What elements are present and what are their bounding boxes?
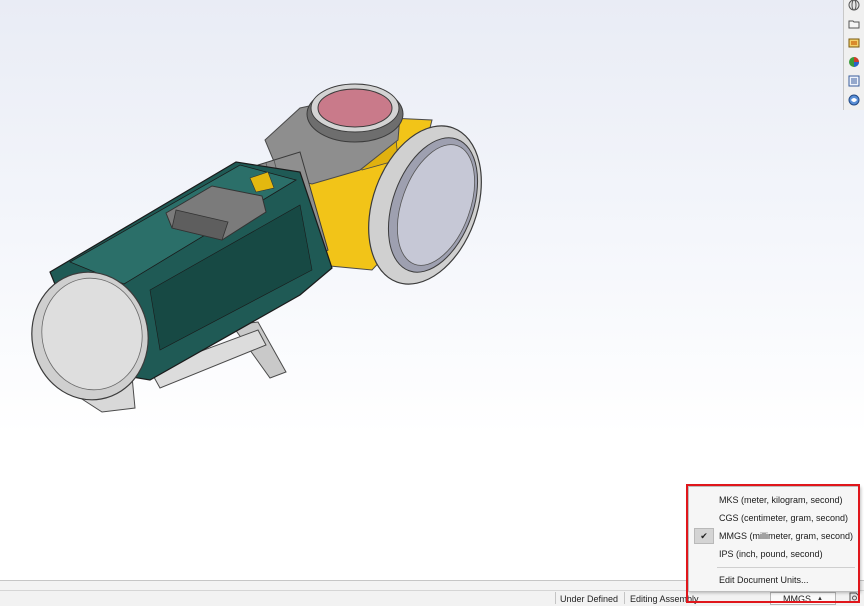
menu-item-mmgs[interactable]: ✔ MMGS (millimeter, gram, second) [689, 527, 859, 545]
appearances-icon[interactable] [846, 53, 863, 70]
task-pane [843, 0, 864, 110]
design-library-icon[interactable] [846, 15, 863, 32]
unit-system-selector[interactable]: MMGS ▲ [770, 592, 836, 605]
status-divider [555, 592, 556, 604]
check-icon [694, 492, 714, 508]
customize-status-bar-icon[interactable] [848, 591, 861, 604]
menu-item-label: MKS (meter, kilogram, second) [719, 495, 843, 505]
solidworks-resources-icon[interactable] [846, 0, 863, 13]
status-editing-mode: Editing Assembly [630, 594, 699, 604]
custom-properties-icon[interactable] [846, 72, 863, 89]
status-under-defined: Under Defined [560, 594, 619, 604]
menu-item-label: CGS (centimeter, gram, second) [719, 513, 849, 523]
status-divider [624, 592, 625, 604]
menu-item-cgs[interactable]: CGS (centimeter, gram, second) [689, 509, 859, 527]
chevron-up-icon: ▲ [817, 595, 823, 602]
status-bar: Under Defined Editing Assembly [0, 590, 864, 606]
check-icon: ✔ [694, 528, 714, 544]
current-unit-system: MMGS [783, 593, 812, 604]
menu-item-ips[interactable]: IPS (inch, pound, second) [689, 545, 859, 563]
unit-system-menu: MKS (meter, kilogram, second) CGS (centi… [688, 486, 860, 592]
menu-divider [717, 567, 855, 568]
file-explorer-icon[interactable] [846, 34, 863, 51]
menu-item-mks[interactable]: MKS (meter, kilogram, second) [689, 491, 859, 509]
check-icon [694, 510, 714, 526]
menu-item-edit-document-units[interactable]: Edit Document Units... [689, 571, 859, 589]
menu-item-label: MMGS (millimeter, gram, second) [719, 531, 854, 541]
check-icon [694, 572, 714, 588]
menu-item-label: IPS (inch, pound, second) [719, 549, 823, 559]
solidworks-forum-icon[interactable] [846, 91, 863, 108]
menu-item-label: Edit Document Units... [719, 575, 809, 585]
check-icon [694, 546, 714, 562]
